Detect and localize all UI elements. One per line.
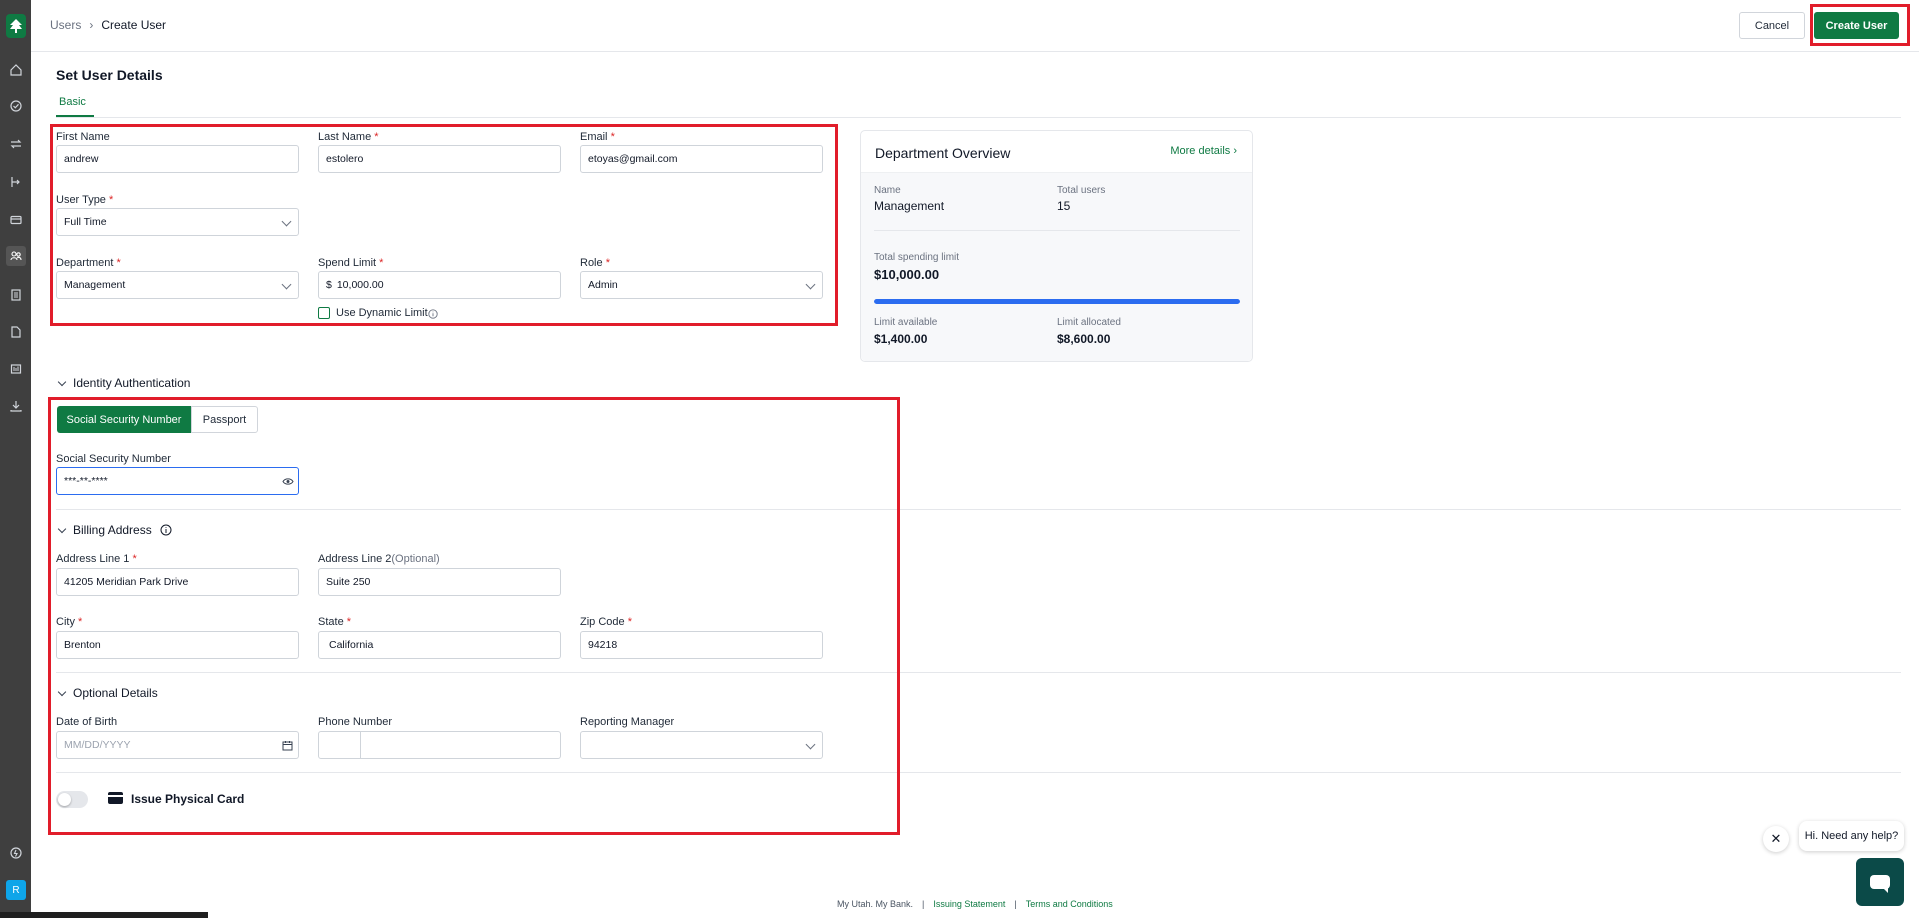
card-icon[interactable]	[6, 210, 26, 230]
page-title: Set User Details	[56, 67, 163, 83]
chat-button[interactable]	[1856, 858, 1904, 906]
department-overview-body: Name Management Total users 15 Total spe…	[861, 173, 1252, 361]
close-help-icon[interactable]: ✕	[1763, 826, 1789, 852]
identity-section-title: Identity Authentication	[73, 376, 191, 390]
limit-allocated-label: Limit allocated	[1057, 317, 1121, 328]
footer: My Utah. My Bank. | Issuing Statement | …	[837, 899, 1113, 909]
footer-sep: |	[1014, 899, 1017, 909]
check-circle-icon[interactable]	[6, 96, 26, 116]
highlight-create-button	[1810, 4, 1910, 46]
total-users-value: 15	[1057, 199, 1071, 213]
avatar[interactable]: R	[6, 880, 26, 900]
tab-basic[interactable]: Basic	[59, 96, 86, 108]
highlight-basic-fields	[50, 124, 838, 326]
department-overview-title: Department Overview	[875, 145, 1011, 161]
sidebar: R	[0, 0, 31, 918]
terms-link[interactable]: Terms and Conditions	[1026, 899, 1113, 909]
tabs-divider	[56, 117, 1901, 118]
footer-sep: |	[922, 899, 925, 909]
limit-available-label: Limit available	[874, 317, 938, 328]
chat-icon	[1870, 875, 1890, 893]
support-icon[interactable]	[6, 843, 26, 863]
help-bubble[interactable]: Hi. Need any help?	[1799, 821, 1904, 851]
issuing-statement-link[interactable]: Issuing Statement	[933, 899, 1005, 909]
users-icon[interactable]	[6, 246, 26, 266]
cancel-button[interactable]: Cancel	[1739, 12, 1805, 39]
bottom-bar	[0, 912, 208, 918]
limit-allocated-value: $8,600.00	[1057, 332, 1111, 346]
header: Users › Create User Cancel Create User	[31, 0, 1919, 52]
limit-progress-fill	[874, 299, 1240, 304]
total-limit-label: Total spending limit	[874, 252, 960, 263]
breadcrumb: Users › Create User	[50, 18, 166, 32]
bank-logo-icon[interactable]	[6, 14, 26, 38]
more-details-link[interactable]: More details ›	[1170, 145, 1237, 157]
ledger-icon[interactable]	[6, 285, 26, 305]
department-overview-header: Department Overview More details ›	[861, 131, 1252, 173]
chevron-down-icon	[57, 377, 67, 386]
highlight-identity-billing	[48, 397, 900, 835]
transfer-icon[interactable]	[6, 134, 26, 154]
dept-name-value: Management	[874, 199, 945, 213]
document-icon[interactable]	[6, 322, 26, 342]
home-icon[interactable]	[6, 60, 26, 80]
limit-available-value: $1,400.00	[874, 332, 928, 346]
breadcrumb-users[interactable]: Users	[50, 18, 81, 32]
download-icon[interactable]	[6, 396, 26, 416]
total-limit-value: $10,000.00	[874, 267, 940, 282]
limit-progress-bar	[874, 299, 1240, 304]
flow-icon[interactable]	[6, 172, 26, 192]
footer-tagline: My Utah. My Bank.	[837, 899, 914, 909]
dept-divider	[874, 230, 1240, 231]
breadcrumb-separator: ›	[89, 18, 94, 32]
identity-section-header[interactable]: Identity Authentication	[57, 376, 191, 390]
breadcrumb-current: Create User	[101, 18, 167, 32]
department-overview-card: Department Overview More details › Name …	[860, 130, 1253, 362]
dept-name-label: Name	[874, 185, 901, 196]
total-users-label: Total users	[1057, 185, 1106, 196]
reports-icon[interactable]	[6, 359, 26, 379]
